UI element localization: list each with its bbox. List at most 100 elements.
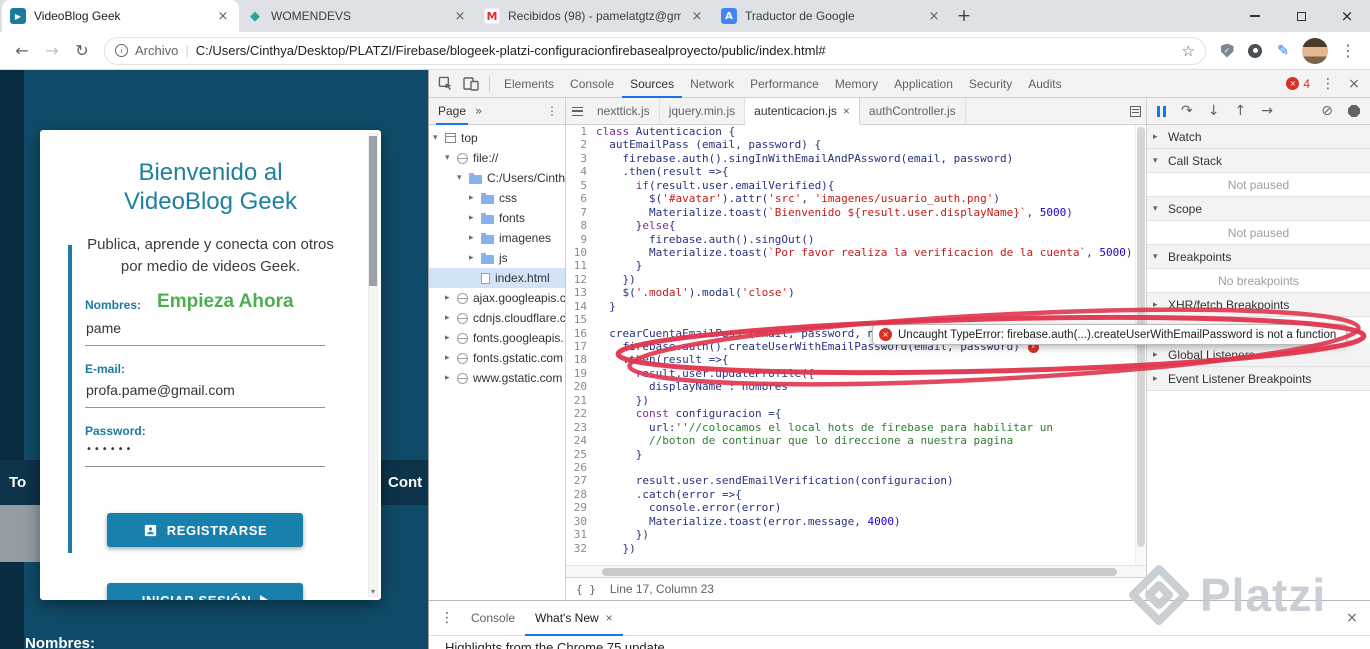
line-number[interactable]: 28 <box>566 488 596 501</box>
browser-menu-icon[interactable]: ⋮ <box>1334 37 1362 65</box>
password-input[interactable]: •••••• <box>85 444 325 467</box>
reload-button[interactable]: ↻ <box>68 37 96 65</box>
code-text[interactable]: }) <box>596 394 649 407</box>
line-number[interactable]: 12 <box>566 273 596 286</box>
nombres-input[interactable]: pame <box>85 320 325 346</box>
code-text[interactable]: autEmailPass (email, password) { <box>596 138 821 151</box>
disclosure-arrow-icon[interactable]: ▸ <box>445 373 457 383</box>
editor-tab[interactable]: authController.js <box>860 98 966 124</box>
line-number[interactable]: 27 <box>566 474 596 487</box>
drawer-menu-icon[interactable]: ⋮ <box>435 606 459 630</box>
file-tree-item[interactable]: ▸ cdnjs.cloudflare.c... <box>429 308 565 328</box>
line-number[interactable]: 15 <box>566 313 596 326</box>
line-number[interactable]: 23 <box>566 421 596 434</box>
disclosure-arrow-icon[interactable]: ▸ <box>469 213 481 223</box>
code-text[interactable]: }) <box>596 273 635 286</box>
login-button[interactable]: INICIAR SESIÓN <box>107 583 303 600</box>
line-number[interactable]: 4 <box>566 165 596 178</box>
file-tree-item[interactable]: ▸ fonts.googleapis.... <box>429 328 565 348</box>
line-number[interactable]: 8 <box>566 219 596 232</box>
file-tree-item[interactable]: ▸ fonts <box>429 208 565 228</box>
browser-tab[interactable]: A Traductor de Google × <box>713 0 950 32</box>
debugger-section-header[interactable]: ▸ Watch <box>1147 125 1370 149</box>
line-number[interactable]: 17 <box>566 340 596 353</box>
drawer-close-icon[interactable]: × <box>1340 606 1364 630</box>
extension-circle-icon[interactable] <box>1242 37 1268 65</box>
tab-close-icon[interactable]: × <box>926 9 942 24</box>
back-button[interactable]: ← <box>8 37 36 65</box>
line-number[interactable]: 5 <box>566 179 596 192</box>
editor-tab[interactable]: nexttick.js <box>588 98 660 124</box>
minimize-button[interactable] <box>1232 0 1278 32</box>
debugger-section-header[interactable]: ▸ Global Listeners <box>1147 343 1370 367</box>
line-number[interactable]: 32 <box>566 542 596 555</box>
browser-tab[interactable]: ◆ WOMENDEVS × <box>239 0 476 32</box>
devtools-menu-icon[interactable]: ⋮ <box>1316 72 1340 96</box>
browser-tab[interactable]: ▶ VideoBlog Geek × <box>2 0 239 32</box>
file-tree-item[interactable]: index.html <box>429 268 565 288</box>
extension-shield-icon[interactable]: ✓ <box>1214 37 1240 65</box>
devtools-tab[interactable]: Sources <box>622 70 682 98</box>
step-over-icon[interactable]: ↷ <box>1181 104 1193 118</box>
code-area[interactable]: 1 class Autenticacion {2 autEmailPass (em… <box>566 125 1146 565</box>
tab-close-icon[interactable]: × <box>215 9 231 24</box>
disclosure-arrow-icon[interactable]: ▸ <box>445 333 457 343</box>
step-icon[interactable]: → <box>1261 104 1273 118</box>
file-tree-item[interactable]: ▸ www.gstatic.com <box>429 368 565 388</box>
file-tree-item[interactable]: ▾ file:// <box>429 148 565 168</box>
register-button[interactable]: REGISTRARSE <box>107 513 303 547</box>
extension-pen-icon[interactable]: ✎ <box>1270 37 1296 65</box>
card-scrollbar-thumb[interactable] <box>369 136 377 286</box>
code-text[interactable]: Materialize.toast(`Por favor realiza la … <box>596 246 1132 259</box>
code-text[interactable]: //boton de continuar que lo direccione a… <box>596 434 1013 447</box>
file-tree-item[interactable]: ▸ imagenes <box>429 228 565 248</box>
code-text[interactable]: }else{ <box>596 219 676 232</box>
code-text[interactable] <box>596 461 603 474</box>
code-text[interactable] <box>596 313 603 326</box>
debugger-section-header[interactable]: ▸ XHR/fetch Breakpoints <box>1147 293 1370 317</box>
devtools-close-icon[interactable]: × <box>1342 72 1366 96</box>
forward-button[interactable]: → <box>38 37 66 65</box>
debugger-section-header[interactable]: ▾ Call Stack <box>1147 149 1370 173</box>
page-info-icon[interactable]: i <box>115 44 128 57</box>
code-text[interactable]: } <box>596 300 616 313</box>
step-out-icon[interactable]: ↑ <box>1234 104 1246 118</box>
code-text[interactable]: $('#avatar').attr('src', 'imagenes/usuar… <box>596 192 1000 205</box>
line-number[interactable]: 9 <box>566 233 596 246</box>
code-text[interactable]: .then(result =>{ <box>596 353 728 366</box>
pause-script-icon[interactable] <box>1157 105 1166 117</box>
debugger-section-header[interactable]: ▾ Scope <box>1147 197 1370 221</box>
code-text[interactable]: firebase.auth().singOut() <box>596 233 815 246</box>
devtools-tab[interactable]: Application <box>886 70 961 98</box>
code-text[interactable]: firebase.auth().singInWithEmailAndPAsswo… <box>596 152 1013 165</box>
file-tree-item[interactable]: ▾ C:/Users/Cinthya <box>429 168 565 188</box>
new-tab-button[interactable]: + <box>950 2 978 30</box>
scroll-down-icon[interactable]: ▾ <box>369 587 377 596</box>
line-number[interactable]: 20 <box>566 380 596 393</box>
file-tree-item[interactable]: ▸ fonts.gstatic.com <box>429 348 565 368</box>
code-text[interactable]: .catch(error =>{ <box>596 488 742 501</box>
code-text[interactable]: const configuracion ={ <box>596 407 782 420</box>
devtools-tab[interactable]: Elements <box>496 70 562 98</box>
maximize-button[interactable] <box>1278 0 1324 32</box>
drawer-tab-close-icon[interactable]: × <box>606 611 613 625</box>
disclosure-arrow-icon[interactable]: ▾ <box>433 133 445 143</box>
deactivate-breakpoints-icon[interactable]: ⊘ <box>1321 104 1333 118</box>
line-number[interactable]: 11 <box>566 259 596 272</box>
line-number[interactable]: 29 <box>566 501 596 514</box>
code-text[interactable]: console.error(error) <box>596 501 781 514</box>
line-number[interactable]: 2 <box>566 138 596 151</box>
disclosure-arrow-icon[interactable]: ▾ <box>445 153 457 163</box>
window-close-button[interactable]: × <box>1324 0 1370 32</box>
line-number[interactable]: 7 <box>566 206 596 219</box>
editor-overflow-icon[interactable] <box>1124 98 1146 124</box>
code-text[interactable]: $('.modal').modal('close') <box>596 286 794 299</box>
line-number[interactable]: 30 <box>566 515 596 528</box>
address-bar[interactable]: i Archivo | C:/Users/Cinthya/Desktop/PLA… <box>104 36 1206 65</box>
editor-tab[interactable]: autenticacion.js × <box>745 98 860 124</box>
line-number[interactable]: 26 <box>566 461 596 474</box>
email-input[interactable]: profa.pame@gmail.com <box>85 382 325 408</box>
line-number[interactable]: 10 <box>566 246 596 259</box>
card-scrollbar[interactable]: ▾ <box>368 133 378 597</box>
devtools-tab[interactable]: Memory <box>827 70 886 98</box>
